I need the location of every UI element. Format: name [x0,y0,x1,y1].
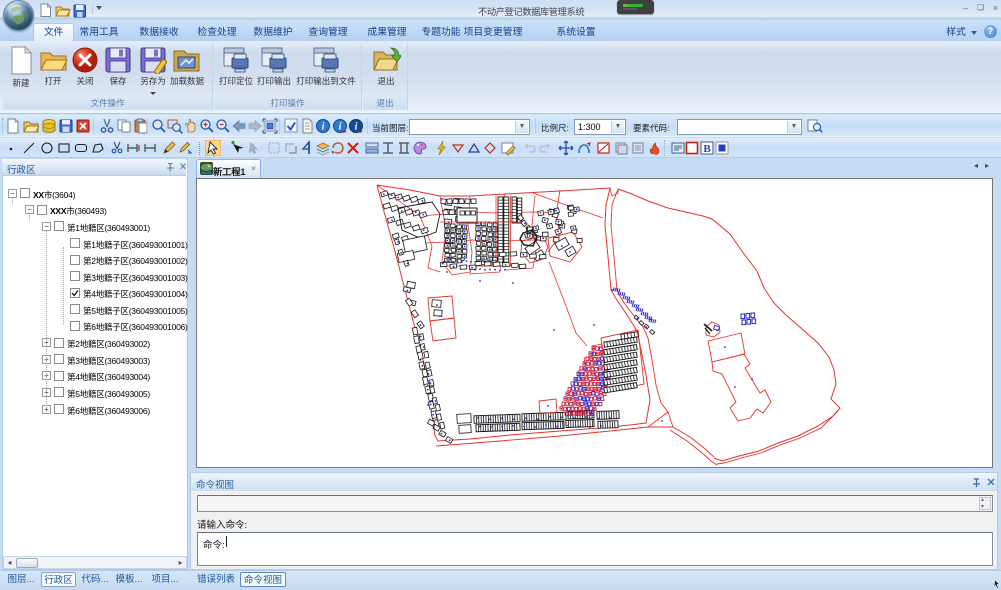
svg-text:i: i [322,122,325,133]
svg-text:B: B [703,143,711,155]
